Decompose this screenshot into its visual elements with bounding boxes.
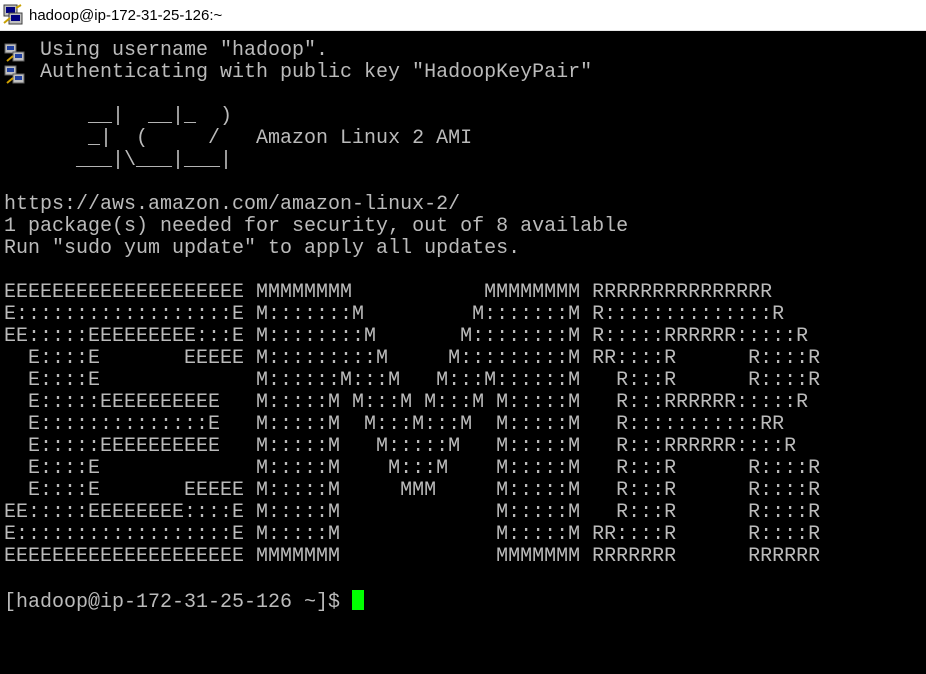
shell-prompt-line[interactable]: [hadoop@ip-172-31-25-126 ~]$ [4, 590, 365, 614]
shell-prompt: [hadoop@ip-172-31-25-126 ~]$ [4, 591, 353, 614]
update-info-lines: https://aws.amazon.com/amazon-linux-2/ 1… [4, 193, 629, 260]
putty-terminal-icon[interactable] [2, 4, 24, 26]
text-cursor [352, 590, 365, 610]
amazon-linux-ascii-banner: __| __|_ ) _| ( / Amazon Linux 2 AMI ___… [76, 105, 473, 172]
terminal-area[interactable]: Using username "hadoop". Authenticating … [0, 31, 926, 674]
title-bar[interactable]: hadoop@ip-172-31-25-126:~ [0, 0, 926, 31]
putty-network-icon [4, 65, 26, 85]
window-title: hadoop@ip-172-31-25-126:~ [29, 6, 223, 24]
login-username-line: Using username "hadoop". [40, 39, 329, 62]
putty-window: hadoop@ip-172-31-25-126:~ Using username… [0, 0, 926, 674]
login-auth-line: Authenticating with public key "HadoopKe… [40, 61, 593, 84]
putty-network-icon [4, 43, 26, 63]
emr-ascii-banner: EEEEEEEEEEEEEEEEEEEE MMMMMMMM MMMMMMMM R… [4, 281, 821, 568]
